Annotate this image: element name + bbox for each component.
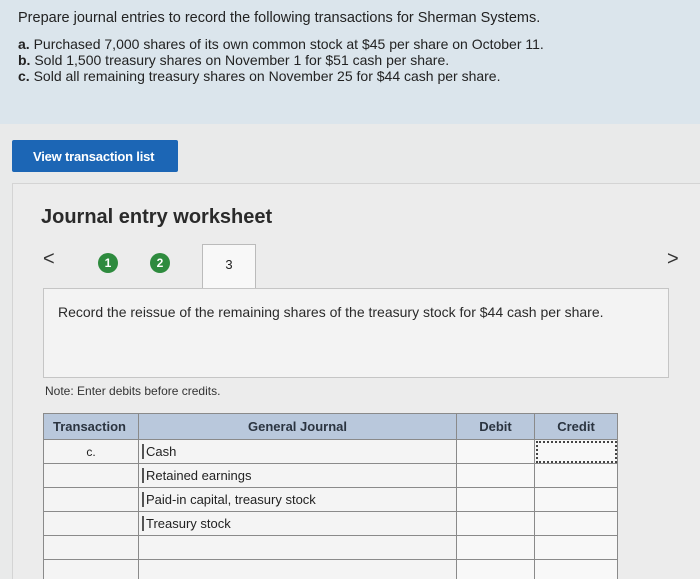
account-select[interactable]: Treasury stock	[138, 511, 457, 536]
instruction-box: Record the reissue of the remaining shar…	[43, 288, 669, 378]
debit-input[interactable]	[456, 487, 535, 512]
view-transaction-list-button[interactable]: View transaction list	[12, 140, 178, 172]
note-text: Note: Enter debits before credits.	[45, 384, 221, 398]
account-select[interactable]: Paid-in capital, treasury stock	[138, 487, 457, 512]
account-select[interactable]	[138, 559, 457, 579]
table-row: Paid-in capital, treasury stock	[43, 487, 618, 512]
instruction-text: Record the reissue of the remaining shar…	[58, 304, 604, 320]
transaction-cell	[43, 559, 139, 579]
credit-input[interactable]	[534, 463, 618, 488]
step-1-tab[interactable]: 1	[98, 253, 118, 273]
header-general-journal: General Journal	[138, 413, 457, 440]
worksheet-title: Journal entry worksheet	[41, 206, 273, 228]
step-2-tab[interactable]: 2	[150, 253, 170, 273]
credit-input[interactable]	[534, 559, 618, 579]
credit-input[interactable]	[534, 535, 618, 560]
journal-header-row: Transaction General Journal Debit Credit	[43, 413, 618, 440]
account-select[interactable]	[138, 535, 457, 560]
transaction-cell	[43, 487, 139, 512]
header-transaction: Transaction	[43, 413, 139, 440]
step-3-tab[interactable]: 3	[202, 244, 256, 290]
question-panel: Prepare journal entries to record the fo…	[0, 0, 700, 124]
header-debit: Debit	[456, 413, 535, 440]
journal-entry-worksheet: Journal entry worksheet < 1 2 3 > Record…	[12, 183, 700, 579]
table-row: Retained earnings	[43, 463, 618, 488]
transaction-cell	[43, 463, 139, 488]
transaction-cell: c.	[43, 439, 139, 464]
credit-input[interactable]	[534, 439, 618, 464]
debit-input[interactable]	[456, 439, 535, 464]
table-row: Treasury stock	[43, 511, 618, 536]
question-item-a: a. Purchased 7,000 shares of its own com…	[18, 36, 544, 52]
account-select[interactable]: Cash	[138, 439, 457, 464]
transaction-cell	[43, 535, 139, 560]
debit-input[interactable]	[456, 463, 535, 488]
chevron-right-icon[interactable]: >	[667, 248, 679, 271]
credit-input[interactable]	[534, 487, 618, 512]
transaction-cell	[43, 511, 139, 536]
question-prompt: Prepare journal entries to record the fo…	[18, 10, 541, 26]
credit-input[interactable]	[534, 511, 618, 536]
general-journal-table: Transaction General Journal Debit Credit…	[43, 413, 618, 579]
table-row	[43, 535, 618, 560]
debit-input[interactable]	[456, 511, 535, 536]
table-row: c. Cash	[43, 439, 618, 464]
debit-input[interactable]	[456, 559, 535, 579]
header-credit: Credit	[534, 413, 618, 440]
question-item-c: c. Sold all remaining treasury shares on…	[18, 68, 501, 84]
chevron-left-icon[interactable]: <	[43, 248, 55, 271]
account-select[interactable]: Retained earnings	[138, 463, 457, 488]
table-row	[43, 559, 618, 579]
debit-input[interactable]	[456, 535, 535, 560]
question-item-b: b. Sold 1,500 treasury shares on Novembe…	[18, 52, 450, 68]
question-items: a. Purchased 7,000 shares of its own com…	[18, 36, 700, 84]
